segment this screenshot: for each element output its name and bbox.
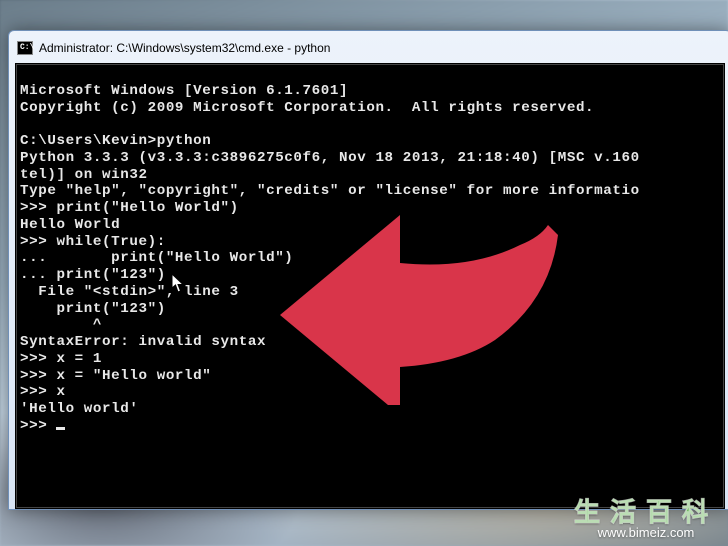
terminal-line: ... print("123") <box>20 267 166 283</box>
terminal-line: Python 3.3.3 (v3.3.3:c3896275c0f6, Nov 1… <box>20 150 640 166</box>
terminal-line: Type "help", "copyright", "credits" or "… <box>20 183 640 199</box>
window-title: Administrator: C:\Windows\system32\cmd.e… <box>39 41 330 55</box>
terminal-line: >>> while(True): <box>20 234 166 250</box>
watermark-text: 生活百科 <box>574 499 718 528</box>
terminal-line: Copyright (c) 2009 Microsoft Corporation… <box>20 100 594 116</box>
watermark-url: www.bimeiz.com <box>574 526 718 540</box>
terminal-line: print("123") <box>20 301 166 317</box>
terminal-line: ^ <box>20 317 102 333</box>
terminal-line: SyntaxError: invalid syntax <box>20 334 266 350</box>
terminal-line: >>> x = "Hello world" <box>20 368 211 384</box>
terminal-line: C:\Users\Kevin>python <box>20 133 211 149</box>
terminal-line: >>> x <box>20 384 66 400</box>
terminal-cursor <box>56 427 65 430</box>
watermark: 生活百科 www.bimeiz.com <box>574 499 718 540</box>
terminal-line: tel)] on win32 <box>20 167 148 183</box>
terminal-line: Microsoft Windows [Version 6.1.7601] <box>20 83 348 99</box>
terminal-output[interactable]: Microsoft Windows [Version 6.1.7601] Cop… <box>15 63 725 509</box>
terminal-line: >>> x = 1 <box>20 351 102 367</box>
terminal-line: Hello World <box>20 217 120 233</box>
titlebar[interactable]: C:\ Administrator: C:\Windows\system32\c… <box>15 37 725 63</box>
terminal-line: >>> print("Hello World") <box>20 200 239 216</box>
terminal-line: File "<stdin>", line 3 <box>20 284 239 300</box>
cmd-window: C:\ Administrator: C:\Windows\system32\c… <box>8 30 728 510</box>
cmd-icon: C:\ <box>17 41 33 55</box>
terminal-line: ... print("Hello World") <box>20 250 293 266</box>
terminal-line: 'Hello world' <box>20 401 138 417</box>
terminal-line: >>> <box>20 418 56 434</box>
